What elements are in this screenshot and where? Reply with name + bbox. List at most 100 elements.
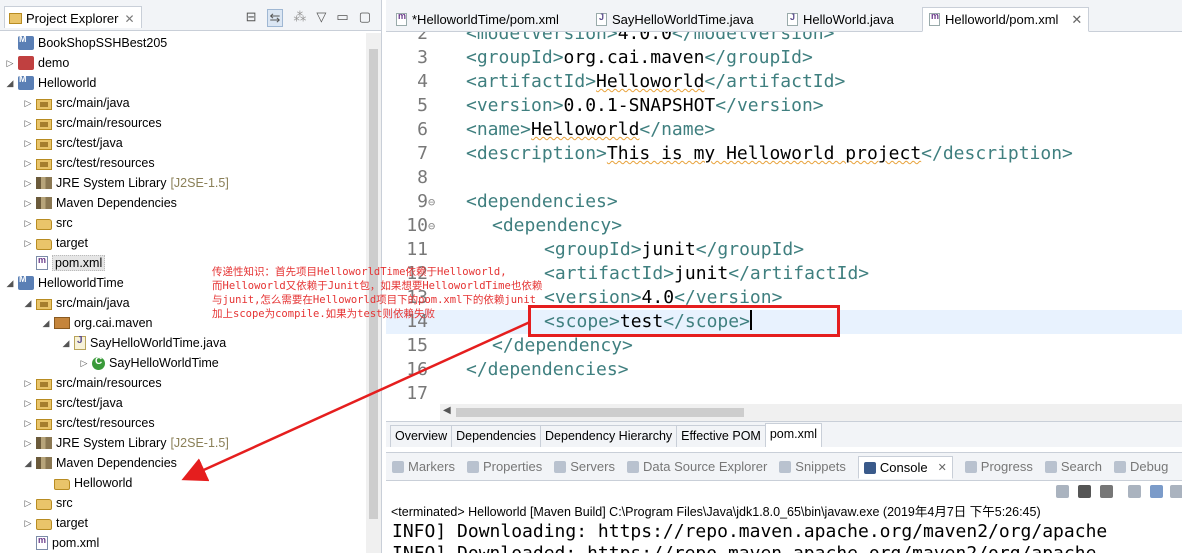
view-tab[interactable]: Progress (964, 459, 1033, 474)
fold-toggle-icon[interactable]: ⊖ (428, 214, 435, 238)
view-menu-icon[interactable]: ▽ (316, 9, 326, 27)
view-tab[interactable]: Data Source Explorer (627, 459, 767, 474)
tree-item[interactable]: ◢ SayHelloWorldTime.java (0, 333, 366, 353)
maximize-icon[interactable]: ▢ (359, 9, 371, 27)
code-line[interactable]: 16 </dependencies> (386, 358, 1182, 382)
scroll-lock-icon[interactable] (1128, 485, 1141, 498)
tree-item[interactable]: ◢ Helloworld (0, 73, 366, 93)
view-tab[interactable]: Servers (554, 459, 615, 474)
close-icon[interactable]: ✕ (124, 12, 134, 26)
editor-tab[interactable]: HelloWorld.java (781, 8, 900, 30)
tree-item[interactable]: ▷ target (0, 513, 366, 533)
tree-item[interactable]: ▷ src (0, 493, 366, 513)
expand-arrow-icon[interactable]: ▷ (22, 398, 34, 409)
xml-close-tag: </artifactId> (704, 71, 846, 92)
expand-arrow-icon[interactable]: ▷ (22, 378, 34, 389)
tab-project-explorer[interactable]: Project Explorer ✕ (4, 6, 142, 28)
minimize-icon[interactable]: ▭ (336, 9, 348, 27)
pin-console-icon[interactable] (1170, 485, 1182, 498)
expand-arrow-icon[interactable]: ▷ (22, 218, 34, 229)
tree-item[interactable]: ▷ src/test/java (0, 393, 366, 413)
code-line[interactable]: 11 <groupId>junit</groupId> (386, 238, 1182, 262)
code-line[interactable]: 4 <artifactId>Helloworld</artifactId> (386, 70, 1182, 94)
editor-horizontal-scrollbar[interactable]: ◀ (440, 404, 1182, 421)
view-tab[interactable]: Debug (1114, 459, 1168, 474)
code-line[interactable]: 6 <name>Helloworld</name> (386, 118, 1182, 142)
tree-item[interactable]: ▷ src/test/resources (0, 153, 366, 173)
expand-arrow-icon[interactable]: ▷ (78, 358, 90, 369)
pom-page-tab[interactable]: Dependency Hierarchy (540, 425, 678, 447)
view-tab[interactable]: Snippets (779, 459, 846, 474)
tree-item[interactable]: ▷ JRE System Library [J2SE-1.5] (0, 173, 366, 193)
collapse-arrow-icon[interactable]: ◢ (40, 318, 52, 329)
code-line[interactable]: 15 </dependency> (386, 334, 1182, 358)
remove-all-terminated-icon[interactable] (1100, 485, 1113, 498)
collapse-arrow-icon[interactable]: ◢ (4, 278, 16, 289)
expand-arrow-icon[interactable]: ▷ (22, 438, 34, 449)
view-tab[interactable]: Console ✕ (857, 456, 953, 479)
close-icon[interactable]: ✕ (938, 461, 947, 474)
pom-page-tab[interactable]: Dependencies (451, 425, 542, 447)
remove-launch-icon[interactable] (1078, 485, 1091, 498)
code-line[interactable]: 10 ⊖ <dependency> (386, 214, 1182, 238)
code-editor[interactable]: 2 <modelVersion>4.0.0</modelVersion> 3 <gro… (386, 32, 1182, 404)
code-line[interactable]: 17 (386, 382, 1182, 404)
expand-arrow-icon[interactable]: ▷ (22, 178, 34, 189)
scroll-left-icon[interactable]: ◀ (443, 405, 451, 416)
collapse-arrow-icon[interactable]: ◢ (22, 458, 34, 469)
expand-arrow-icon[interactable]: ▷ (22, 238, 34, 249)
code-line[interactable]: 7 <description>This is my Helloworld proj… (386, 142, 1182, 166)
line-number: 9 (417, 191, 428, 212)
code-line[interactable]: 9 ⊖ <dependencies> (386, 190, 1182, 214)
word-wrap-icon[interactable] (1150, 485, 1163, 498)
console-view: Markers Properties Servers Data Source Expl… (386, 452, 1182, 553)
expand-arrow-icon[interactable]: ▷ (22, 198, 34, 209)
tree-item[interactable]: ◢ Maven Dependencies (0, 453, 366, 473)
editor-tab[interactable]: SayHelloWorldTime.java (590, 8, 760, 30)
expand-arrow-icon[interactable]: ▷ (22, 138, 34, 149)
tree-item[interactable]: Helloworld (0, 473, 366, 493)
expand-arrow-icon[interactable]: ▷ (22, 498, 34, 509)
collapse-arrow-icon[interactable]: ◢ (4, 78, 16, 89)
view-tab[interactable]: Markers (392, 459, 455, 474)
link-with-editor-icon[interactable]: ⇆ (266, 9, 284, 27)
expand-arrow-icon[interactable]: ▷ (22, 118, 34, 129)
expand-arrow-icon[interactable]: ▷ (22, 418, 34, 429)
tree-item[interactable]: ▷ src/main/resources (0, 113, 366, 133)
code-line[interactable]: 2 <modelVersion>4.0.0</modelVersion> (386, 32, 1182, 46)
editor-tab[interactable]: *HelloworldTime/pom.xml (390, 8, 565, 30)
code-line[interactable]: 3 <groupId>org.cai.maven</groupId> (386, 46, 1182, 70)
fold-toggle-icon[interactable]: ⊖ (428, 190, 435, 214)
close-icon[interactable]: ✕ (1071, 12, 1082, 28)
view-tab[interactable]: Properties (466, 459, 542, 474)
pom-page-tab[interactable]: Effective POM (676, 425, 766, 447)
editor-tab[interactable]: Helloworld/pom.xml ✕ (922, 7, 1090, 32)
tree-item[interactable]: BookShopSSHBest205 (0, 33, 366, 53)
tree-item[interactable]: ▷ Maven Dependencies (0, 193, 366, 213)
tree-item[interactable]: ▷ src (0, 213, 366, 233)
tree-item[interactable]: ▷ JRE System Library [J2SE-1.5] (0, 433, 366, 453)
tree-item[interactable]: ▷ src/main/resources (0, 373, 366, 393)
tree-item[interactable]: ▷ src/test/resources (0, 413, 366, 433)
filter-icon[interactable]: ⁂ (293, 9, 306, 27)
scrollbar-thumb[interactable] (456, 408, 744, 417)
tree-item[interactable]: ▷ src/test/java (0, 133, 366, 153)
expand-arrow-icon[interactable]: ▷ (4, 58, 16, 69)
expand-arrow-icon[interactable]: ▷ (22, 98, 34, 109)
tree-item[interactable]: pom.xml (0, 533, 366, 553)
collapse-all-icon[interactable]: ⊟ (246, 9, 257, 27)
view-tab[interactable]: Search (1044, 459, 1102, 474)
expand-arrow-icon[interactable]: ▷ (22, 518, 34, 529)
tree-item[interactable]: ▷ demo (0, 53, 366, 73)
pom-page-tab[interactable]: Overview (390, 425, 453, 447)
tree-item[interactable]: ▷ SayHelloWorldTime (0, 353, 366, 373)
code-line[interactable]: 5 <version>0.0.1-SNAPSHOT</version> (386, 94, 1182, 118)
code-line[interactable]: 8 (386, 166, 1182, 190)
tree-item[interactable]: ▷ src/main/java (0, 93, 366, 113)
expand-arrow-icon[interactable]: ▷ (22, 158, 34, 169)
collapse-arrow-icon[interactable]: ◢ (22, 298, 34, 309)
pom-page-tab[interactable]: pom.xml (764, 423, 823, 447)
terminate-icon[interactable] (1056, 485, 1069, 498)
tree-item[interactable]: ▷ target (0, 233, 366, 253)
collapse-arrow-icon[interactable]: ◢ (60, 338, 72, 349)
